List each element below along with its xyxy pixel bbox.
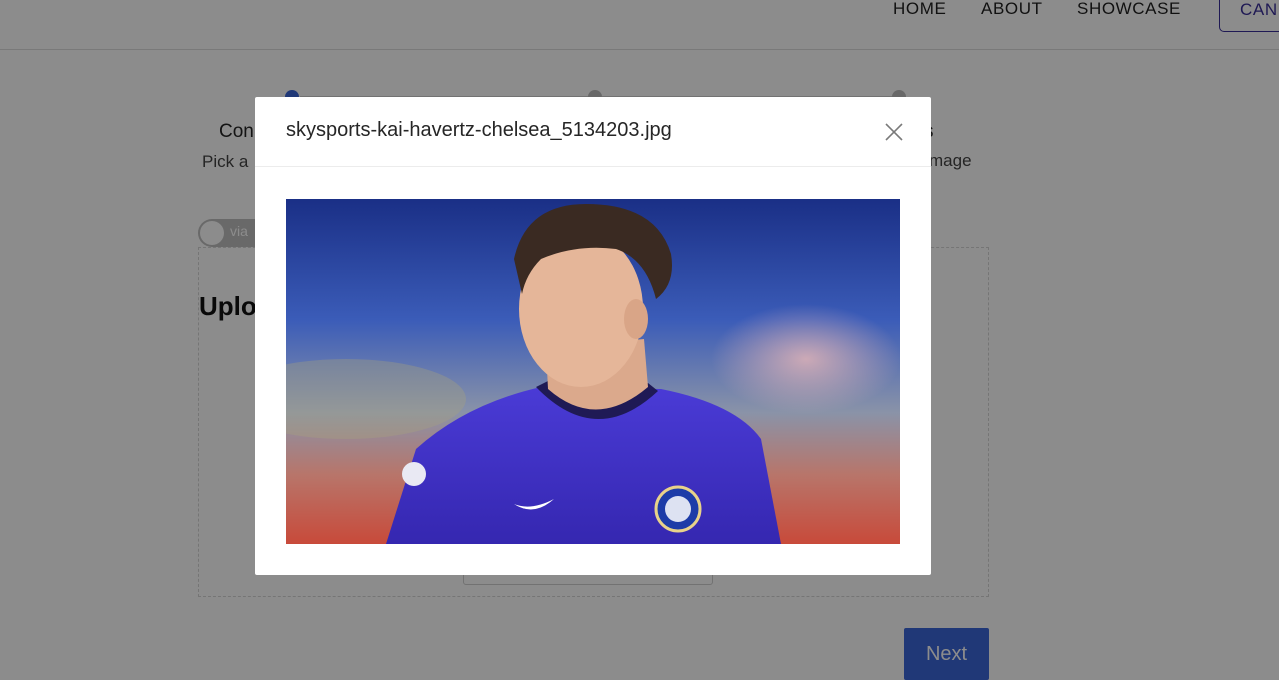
modal-header: skysports-kai-havertz-chelsea_5134203.jp…: [255, 97, 931, 167]
preview-image: [286, 199, 900, 544]
close-icon[interactable]: [881, 119, 907, 145]
image-preview-modal: skysports-kai-havertz-chelsea_5134203.jp…: [255, 97, 931, 575]
modal-title: skysports-kai-havertz-chelsea_5134203.jp…: [286, 119, 672, 141]
